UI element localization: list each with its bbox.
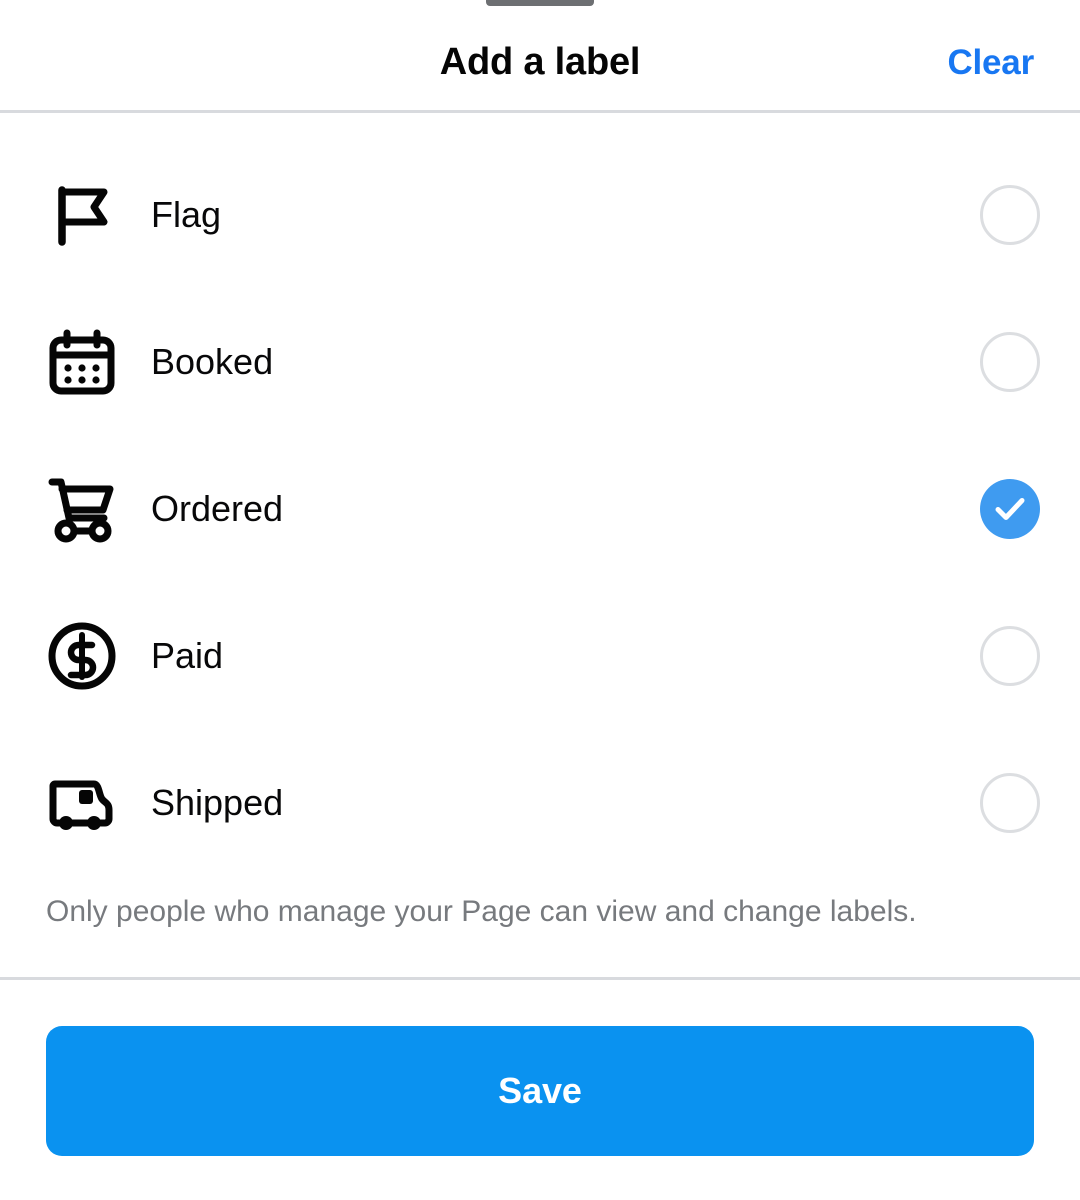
drag-handle[interactable] bbox=[486, 0, 594, 6]
list-item-flag[interactable]: Flag bbox=[0, 141, 1080, 288]
save-button[interactable]: Save bbox=[46, 1025, 1034, 1156]
radio-wrap-ordered[interactable] bbox=[946, 478, 1074, 539]
calendar-icon bbox=[46, 326, 118, 398]
shopping-cart-icon bbox=[46, 473, 118, 545]
drag-handle-area[interactable] bbox=[0, 0, 1080, 10]
radio-wrap-flag[interactable] bbox=[946, 184, 1074, 245]
label-list: Flag Booked Ordered Paid Shipped bbox=[0, 113, 1080, 876]
list-item-shipped[interactable]: Shipped bbox=[0, 729, 1080, 876]
list-item-label: Shipped bbox=[151, 781, 284, 823]
radio-wrap-shipped[interactable] bbox=[946, 772, 1074, 833]
flag-icon bbox=[46, 179, 118, 251]
radio-unselected[interactable] bbox=[980, 772, 1040, 833]
radio-wrap-booked[interactable] bbox=[946, 331, 1074, 392]
clear-button[interactable]: Clear bbox=[947, 43, 1034, 83]
dollar-circle-icon bbox=[46, 620, 118, 692]
list-item-label: Booked bbox=[151, 340, 274, 382]
footer-actions: Save bbox=[0, 980, 1080, 1200]
page-title: Add a label bbox=[439, 41, 641, 83]
add-label-bottom-sheet: Add a label Clear Flag Booked Ordered Pa… bbox=[0, 0, 1080, 1200]
radio-unselected[interactable] bbox=[980, 184, 1040, 245]
list-item-paid[interactable]: Paid bbox=[0, 582, 1080, 729]
list-item-booked[interactable]: Booked bbox=[0, 288, 1080, 435]
radio-unselected[interactable] bbox=[980, 625, 1040, 686]
footnote-text: Only people who manage your Page can vie… bbox=[46, 895, 917, 928]
radio-selected[interactable] bbox=[980, 478, 1040, 539]
list-item-label: Paid bbox=[151, 634, 224, 676]
radio-wrap-paid[interactable] bbox=[946, 625, 1074, 686]
radio-unselected[interactable] bbox=[980, 331, 1040, 392]
list-item-label: Ordered bbox=[151, 487, 284, 529]
list-item-ordered[interactable]: Ordered bbox=[0, 435, 1080, 582]
sheet-header: Add a label Clear bbox=[0, 10, 1080, 113]
list-item-label: Flag bbox=[151, 193, 222, 235]
delivery-truck-icon bbox=[46, 767, 118, 839]
